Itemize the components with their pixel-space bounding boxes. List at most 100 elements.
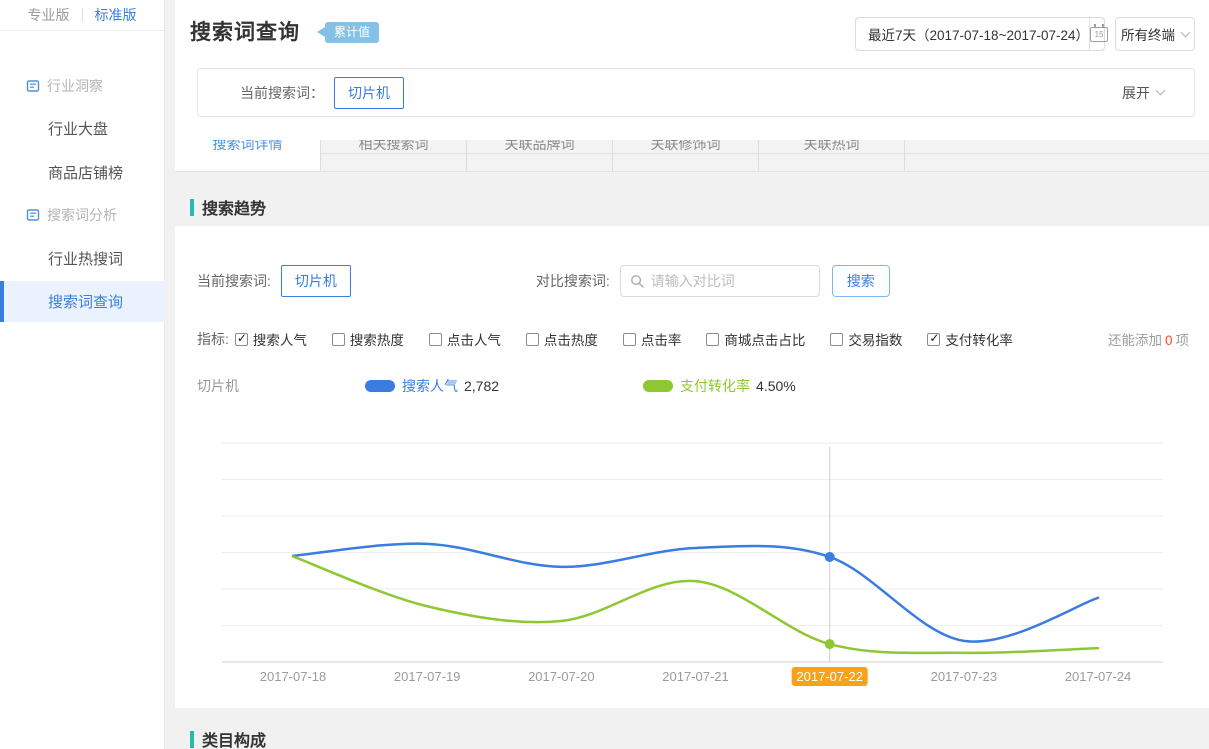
detail-tab-2[interactable]: 关联品牌词 xyxy=(466,140,612,172)
detail-tab-label: 相关搜索词 xyxy=(321,140,466,154)
sidebar-item-5[interactable]: 搜索词查询 xyxy=(0,281,165,322)
detail-tab-label: 关联修饰词 xyxy=(613,140,758,154)
sidebar-item-0: 行业洞察 xyxy=(0,67,165,105)
detail-tab-label: 关联品牌词 xyxy=(467,140,612,154)
terminal-filter-value: 所有终端 xyxy=(1121,24,1175,44)
category-section-title-text: 类目构成 xyxy=(202,727,266,749)
trend-current-keyword-label: 当前搜索词: xyxy=(197,271,271,291)
tab-standard-version[interactable]: 标准版 xyxy=(83,5,149,25)
detail-tab-1[interactable]: 相关搜索词 xyxy=(320,140,466,172)
compare-search-button[interactable]: 搜索 xyxy=(832,265,890,297)
checkbox-unchecked-icon[interactable] xyxy=(830,333,843,346)
tab-pro-version[interactable]: 专业版 xyxy=(16,5,82,25)
expand-toggle[interactable]: 展开 xyxy=(1122,83,1164,103)
checkbox-checked-icon[interactable] xyxy=(235,333,248,346)
x-tick-label: 2017-07-24 xyxy=(1065,669,1132,684)
legend-name: 搜索人气 xyxy=(402,376,458,396)
metric-label: 支付转化率 xyxy=(945,329,1013,349)
section-accent-bar xyxy=(190,731,194,748)
terminal-filter-dropdown[interactable]: 所有终端 xyxy=(1115,17,1195,51)
checkbox-unchecked-icon[interactable] xyxy=(526,333,539,346)
x-tick-label: 2017-07-19 xyxy=(394,669,461,684)
search-icon xyxy=(630,274,645,289)
detail-tab-label: 搜索词详情 xyxy=(175,140,320,154)
section-accent-bar xyxy=(190,199,194,216)
trend-section-title-text: 搜索趋势 xyxy=(202,195,266,219)
remaining-count: 0 xyxy=(1165,333,1173,348)
keyword-analysis-icon xyxy=(26,208,40,222)
legend-value: 2,782 xyxy=(464,378,499,394)
date-range-text: 最近7天（2017-07-18~2017-07-24） xyxy=(856,24,1089,44)
sidebar-item-2[interactable]: 商品店铺榜 xyxy=(0,153,165,191)
expand-label: 展开 xyxy=(1122,83,1150,103)
detail-tab-label: 关联热词 xyxy=(759,140,904,154)
trend-panel: 当前搜索词: 切片机 对比搜索词: 搜索 指标: 搜索人气搜索热度点击人气点击热… xyxy=(175,226,1209,708)
sidebar-item-4[interactable]: 行业热搜词 xyxy=(0,239,165,277)
legend-value: 4.50% xyxy=(756,378,796,394)
series-line-0 xyxy=(293,544,1098,642)
metric-checkbox-item-1[interactable]: 搜索热度 xyxy=(332,329,404,349)
checkbox-unchecked-icon[interactable] xyxy=(706,333,719,346)
metric-checkbox-item-5[interactable]: 商城点击占比 xyxy=(706,329,805,349)
page-title: 搜索词查询 xyxy=(190,16,300,46)
date-range-picker[interactable]: 最近7天（2017-07-18~2017-07-24） 15 xyxy=(855,17,1105,51)
detail-tab-0[interactable]: 搜索词详情 xyxy=(175,140,320,172)
metric-label: 搜索人气 xyxy=(253,329,307,349)
x-tick-label: 2017-07-18 xyxy=(260,669,327,684)
calendar-button[interactable]: 15 xyxy=(1089,18,1108,50)
metrics-row: 指标: 搜索人气搜索热度点击人气点击热度点击率商城点击占比交易指数支付转化率 还… xyxy=(197,329,1189,349)
current-keyword-button[interactable]: 切片机 xyxy=(334,77,404,109)
sidebar-item-label: 商品店铺榜 xyxy=(48,162,123,183)
calendar-icon: 15 xyxy=(1090,27,1108,42)
checkbox-unchecked-icon[interactable] xyxy=(429,333,442,346)
chevron-down-icon xyxy=(1181,27,1191,37)
compare-keyword-input[interactable] xyxy=(651,273,819,289)
checkbox-unchecked-icon[interactable] xyxy=(332,333,345,346)
legend-swatch-icon xyxy=(643,380,673,392)
metric-checkbox-item-6[interactable]: 交易指数 xyxy=(830,329,902,349)
metric-label: 商城点击占比 xyxy=(724,329,805,349)
checkbox-unchecked-icon[interactable] xyxy=(623,333,636,346)
detail-tab-3[interactable]: 关联修饰词 xyxy=(612,140,758,172)
metric-label: 点击人气 xyxy=(447,329,501,349)
legend-name: 支付转化率 xyxy=(680,376,750,396)
x-tick-label-highlighted: 2017-07-22 xyxy=(796,669,863,684)
app: 专业版 标准版 行业洞察行业大盘商品店铺榜搜索词分析行业热搜词搜索词查询 搜索词… xyxy=(0,0,1209,749)
x-tick-label: 2017-07-21 xyxy=(662,669,729,684)
sidebar: 专业版 标准版 行业洞察行业大盘商品店铺榜搜索词分析行业热搜词搜索词查询 xyxy=(0,0,165,749)
sidebar-item-1[interactable]: 行业大盘 xyxy=(0,109,165,147)
metric-checkbox-item-4[interactable]: 点击率 xyxy=(623,329,682,349)
series-line-1 xyxy=(293,556,1098,652)
trend-section-title: 搜索趋势 xyxy=(190,195,266,219)
compare-input-wrap xyxy=(620,265,820,297)
trend-chart-svg: 2017-07-182017-07-192017-07-202017-07-21… xyxy=(220,435,1165,700)
metric-checkbox-item-7[interactable]: 支付转化率 xyxy=(927,329,1013,349)
metrics-list: 搜索人气 搜索热度 点击人气 点击热度 点击率 商城点击占比 交易指数 支付转化率 xyxy=(235,329,1013,349)
trend-controls: 当前搜索词: 切片机 对比搜索词: 搜索 xyxy=(197,264,1187,298)
industry-insight-icon xyxy=(26,79,40,93)
version-switcher: 专业版 标准版 xyxy=(0,0,164,31)
tabstrip-filler xyxy=(904,140,1209,171)
sidebar-item-label: 行业洞察 xyxy=(47,76,103,96)
trend-keyword-button[interactable]: 切片机 xyxy=(281,265,351,297)
metric-label: 点击率 xyxy=(641,329,682,349)
series-marker-dot-1 xyxy=(825,639,835,649)
sidebar-item-label: 行业大盘 xyxy=(48,118,108,139)
metric-checkbox-item-3[interactable]: 点击热度 xyxy=(526,329,598,349)
sidebar-item-label: 搜索词查询 xyxy=(48,291,123,312)
detail-tabs: 搜索词详情相关搜索词关联品牌词关联修饰词关联热词 xyxy=(175,140,1209,172)
compare-keyword-label: 对比搜索词: xyxy=(536,271,610,291)
metric-checkbox-item-2[interactable]: 点击人气 xyxy=(429,329,501,349)
metric-checkbox-item-0[interactable]: 搜索人气 xyxy=(235,329,307,349)
legend-keyword: 切片机 xyxy=(197,376,239,396)
current-keyword-card: 当前搜索词： 切片机 展开 xyxy=(197,68,1195,117)
cumulative-value-badge: 累计值 xyxy=(325,22,379,43)
series-marker-dot-0 xyxy=(825,552,835,562)
trend-chart[interactable]: 2017-07-182017-07-192017-07-202017-07-21… xyxy=(220,435,1165,700)
checkbox-checked-icon[interactable] xyxy=(927,333,940,346)
legend-list: 搜索人气 2,782 支付转化率 4.50% xyxy=(239,376,796,396)
x-tick-label: 2017-07-23 xyxy=(931,669,998,684)
detail-tab-4[interactable]: 关联热词 xyxy=(758,140,904,172)
remaining-addable-text: 还能添加0项 xyxy=(1108,329,1189,349)
metric-label: 点击热度 xyxy=(544,329,598,349)
